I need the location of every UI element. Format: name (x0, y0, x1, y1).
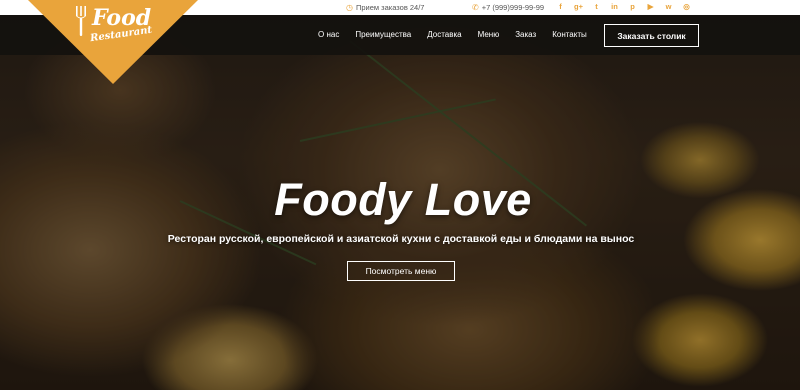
youtube-icon[interactable]: ▶ (646, 2, 655, 12)
nav-link-order[interactable]: Заказ (515, 30, 536, 39)
phone-icon: ✆ (472, 2, 479, 12)
order-hours: ◷ Прием заказов 24/7 (346, 3, 424, 12)
linkedin-icon[interactable]: in (610, 2, 619, 12)
view-menu-button[interactable]: Посмотреть меню (347, 261, 455, 281)
google-plus-icon[interactable]: g+ (574, 2, 583, 12)
phone-contact[interactable]: ✆ +7 (999)999-99-99 (472, 3, 544, 12)
pinterest-icon[interactable]: p (628, 2, 637, 12)
whatsapp-icon[interactable]: w (664, 2, 673, 12)
social-links: f g+ t in p ▶ w ◎ (556, 2, 691, 12)
rosemary-decoration (299, 98, 496, 142)
facebook-icon[interactable]: f (556, 2, 565, 12)
nav-link-delivery[interactable]: Доставка (427, 30, 461, 39)
nav-link-about[interactable]: О нас (318, 30, 339, 39)
book-table-button[interactable]: Заказать столик (604, 24, 699, 47)
nav-link-advantages[interactable]: Преимущества (355, 30, 411, 39)
twitter-icon[interactable]: t (592, 2, 601, 12)
nav-link-menu[interactable]: Меню (478, 30, 500, 39)
hero-subheadline: Ресторан русской, европейской и азиатско… (167, 233, 635, 245)
nav-menu: О нас Преимущества Доставка Меню Заказ К… (318, 30, 603, 39)
fork-icon (76, 6, 86, 36)
hero-headline: Foody Love (274, 174, 532, 225)
nav-link-contacts[interactable]: Контакты (552, 30, 587, 39)
phone-number[interactable]: +7 (999)999-99-99 (482, 3, 544, 12)
clock-icon: ◷ (346, 2, 353, 12)
order-hours-text: Прием заказов 24/7 (355, 3, 425, 12)
instagram-icon[interactable]: ◎ (682, 2, 691, 12)
